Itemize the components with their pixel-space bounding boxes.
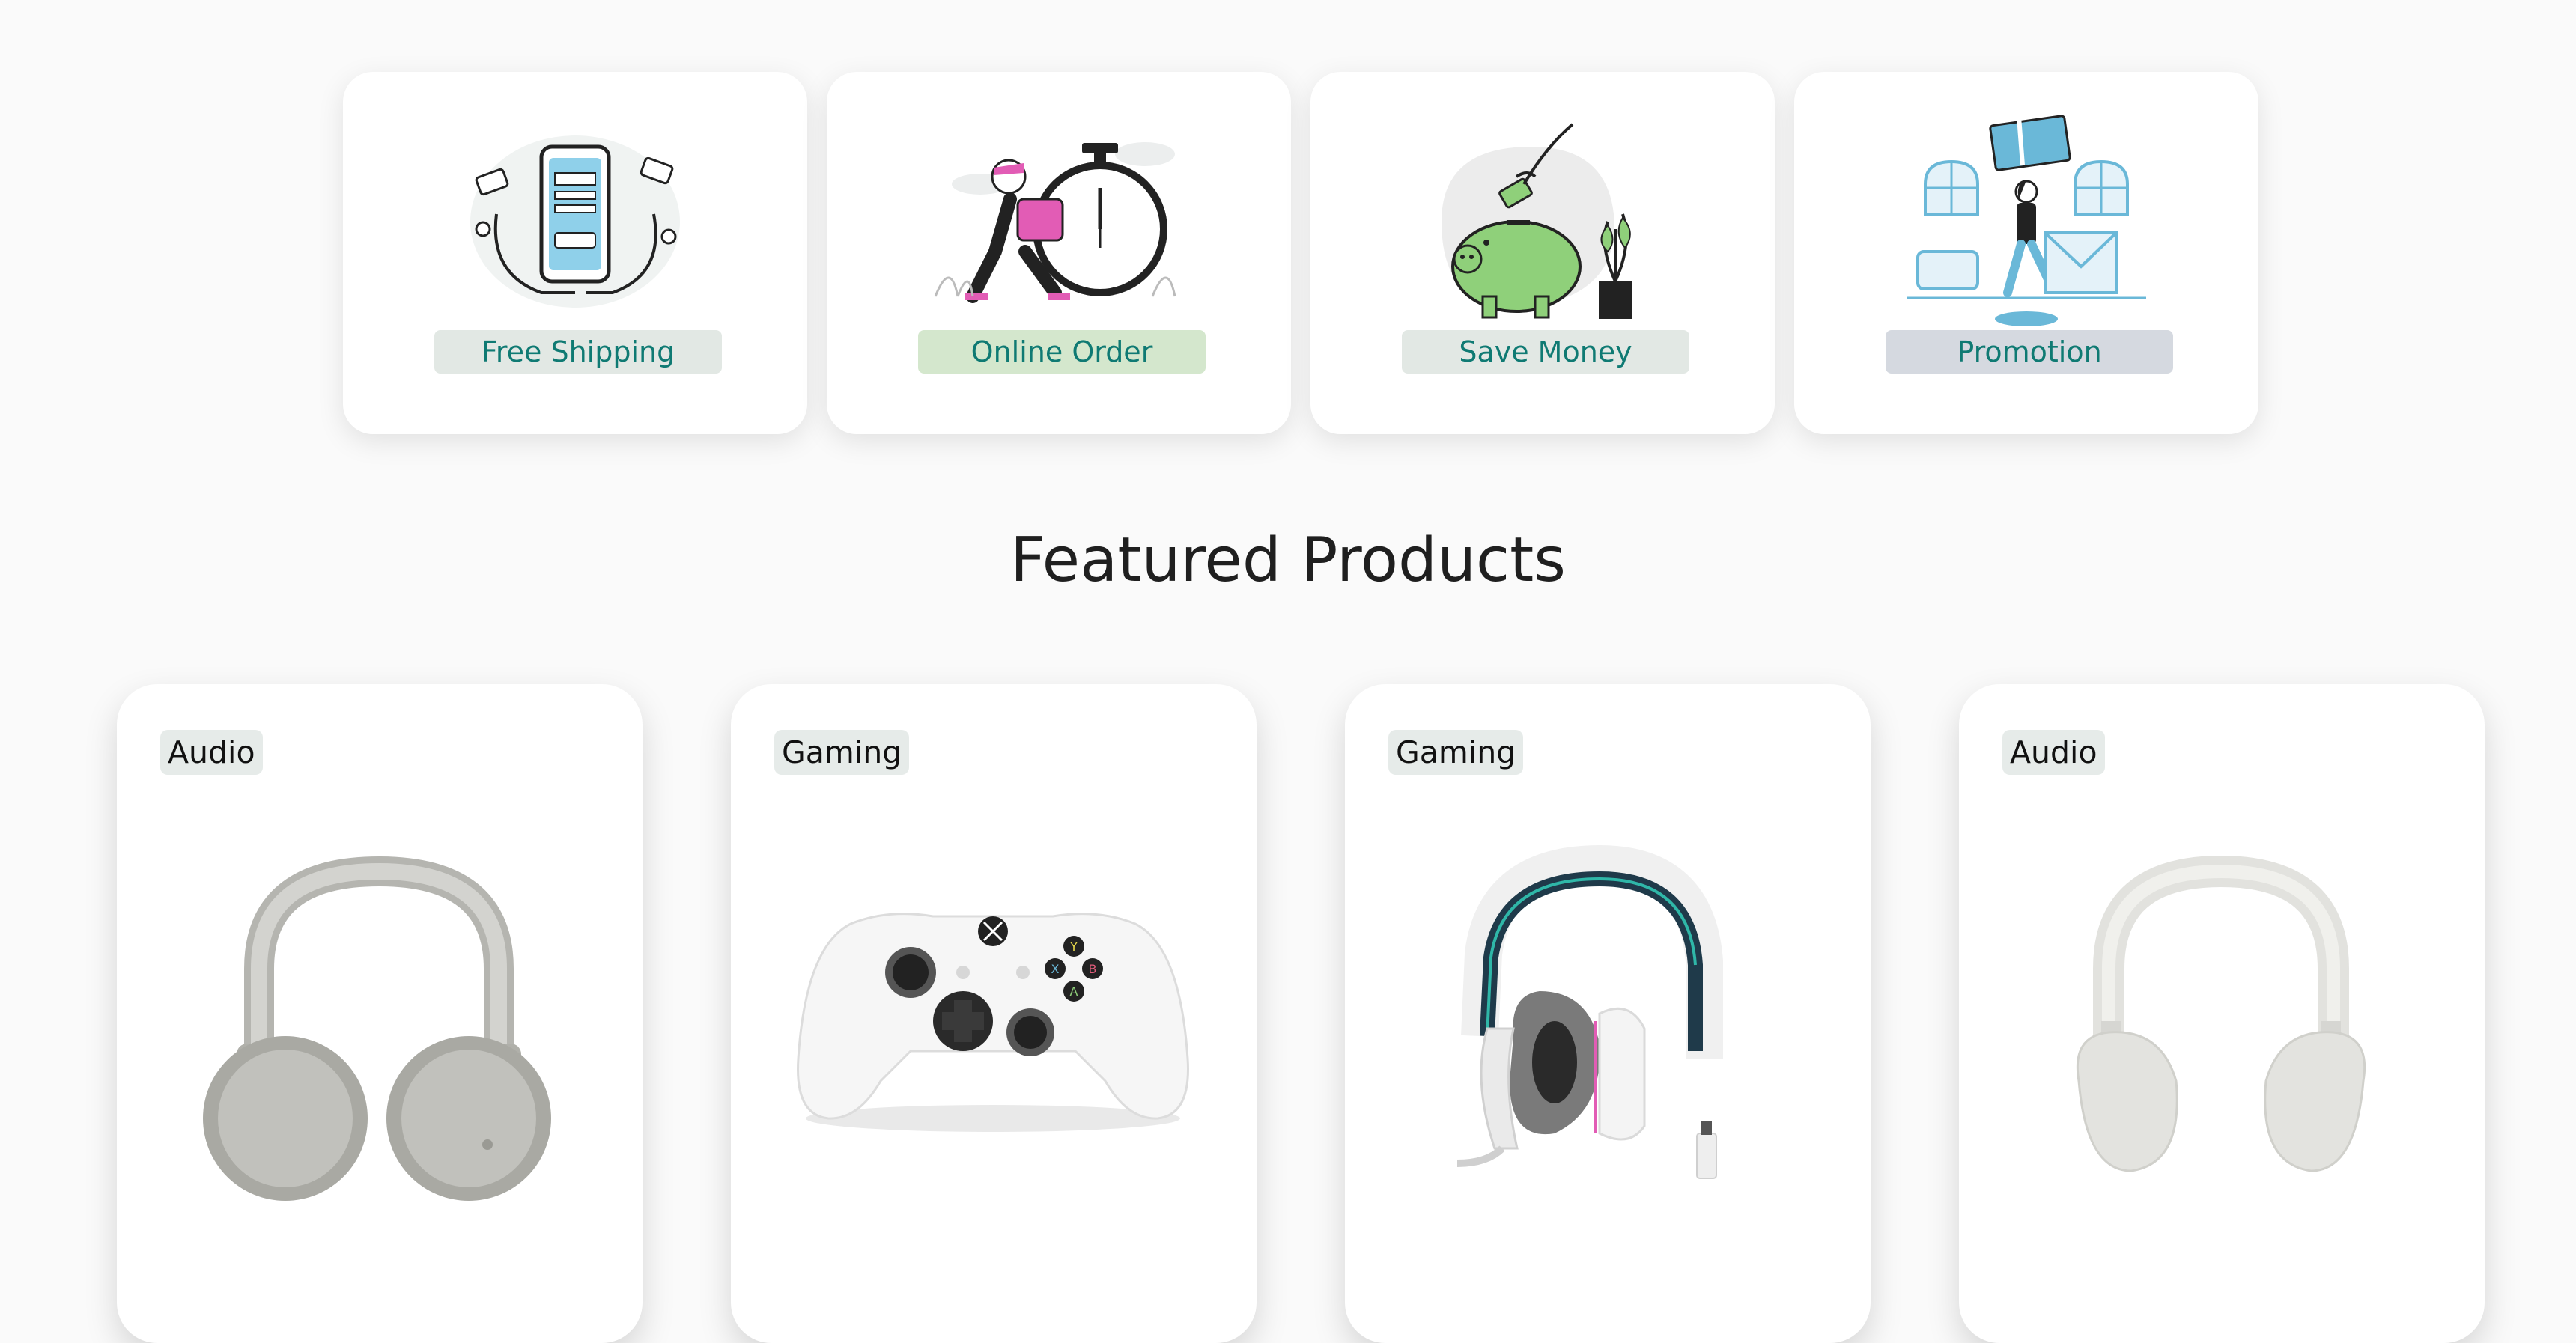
category-badge: Audio xyxy=(2002,730,2105,775)
feature-label-online-order: Online Order xyxy=(918,330,1206,374)
feature-card-free-shipping: Free Shipping xyxy=(343,72,807,434)
white-gaming-headset-icon xyxy=(1456,844,1723,1179)
feature-card-online-order: Online Order xyxy=(827,72,1291,434)
white-game-controller-icon: Y B X A xyxy=(797,913,1189,1132)
section-title: Featured Products xyxy=(1009,525,1567,596)
category-badge: Audio xyxy=(160,730,263,775)
svg-text:X: X xyxy=(1051,962,1060,976)
product-card[interactable]: Gaming xyxy=(1345,684,1871,1343)
product-card[interactable]: Audio xyxy=(117,684,643,1343)
category-badge: Gaming xyxy=(1388,730,1524,775)
product-card[interactable]: Gaming Y B X A xyxy=(731,684,1257,1343)
feature-label-promotion: Promotion xyxy=(1886,330,2173,374)
piggy-bank-illustration-icon xyxy=(1442,123,1632,319)
gift-promotion-illustration-icon xyxy=(1907,115,2146,326)
category-badge: Gaming xyxy=(774,730,910,775)
feature-label-free-shipping: Free Shipping xyxy=(434,330,722,374)
silver-over-ear-headphones-icon xyxy=(203,856,551,1201)
svg-text:Y: Y xyxy=(1069,940,1078,954)
product-card[interactable]: Audio xyxy=(1959,684,2485,1343)
delivery-clock-illustration-icon xyxy=(934,142,1176,303)
feature-card-promotion: Promotion xyxy=(1794,72,2258,434)
mobile-payment-illustration-icon xyxy=(470,135,680,308)
white-wireless-headphones-icon xyxy=(2076,855,2366,1172)
feature-label-save-money: Save Money xyxy=(1402,330,1689,374)
svg-text:B: B xyxy=(1089,962,1097,976)
feature-card-save-money: Save Money xyxy=(1310,72,1775,434)
svg-text:A: A xyxy=(1070,984,1078,999)
